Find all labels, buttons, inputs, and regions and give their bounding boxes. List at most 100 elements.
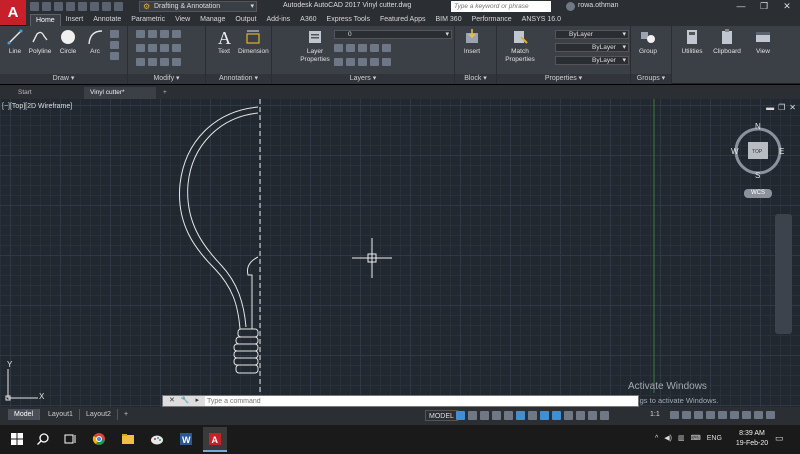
thaw-all-icon[interactable] [382, 58, 391, 66]
lock-ui-icon[interactable] [718, 411, 727, 419]
windows-start-icon[interactable] [10, 432, 24, 446]
modify-panel-label[interactable]: Modify ▾ [128, 74, 205, 84]
viewport-close-icon[interactable]: ✕ [789, 103, 796, 112]
infer-constraints-icon[interactable] [480, 411, 489, 420]
rectangle-icon[interactable] [110, 30, 119, 38]
undo-icon[interactable] [102, 2, 111, 11]
volume-icon[interactable]: ◀) [664, 434, 672, 442]
tab-performance[interactable]: Performance [467, 14, 517, 26]
linetype-dropdown[interactable]: ByLayer [555, 43, 629, 52]
object-snap-icon[interactable] [552, 411, 561, 420]
search-icon[interactable] [36, 432, 50, 446]
rotate-icon[interactable] [148, 30, 157, 38]
lineweight-dropdown[interactable]: ByLayer [555, 56, 629, 65]
viewport-controls-label[interactable]: [−][Top][2D Wireframe] [2, 103, 72, 110]
tab-home[interactable]: Home [30, 14, 61, 26]
autocad-taskbar-button[interactable]: A [203, 427, 227, 452]
application-menu-button[interactable]: A [0, 0, 26, 25]
compass-east[interactable]: E [779, 147, 784, 156]
workspace-dropdown[interactable]: Drafting & Annotation [139, 1, 257, 12]
open-icon[interactable] [42, 2, 51, 11]
groups-panel-label[interactable]: Groups ▾ [631, 74, 671, 84]
array-icon[interactable] [160, 58, 169, 66]
grid-toggle-icon[interactable] [456, 411, 465, 420]
user-sign-in[interactable]: rowa.othman [578, 2, 618, 9]
layer-match-icon[interactable] [382, 44, 391, 52]
viewport-minimize-icon[interactable]: ▬ [766, 103, 774, 112]
selection-cycling-icon[interactable] [588, 411, 597, 420]
text-tool-button[interactable]: A Text [209, 28, 239, 56]
clock[interactable]: 8:39 AM 19-Feb-20 [735, 429, 769, 449]
tab-add-ins[interactable]: Add-ins [261, 14, 295, 26]
tab-output[interactable]: Output [230, 14, 261, 26]
save-icon[interactable] [54, 2, 63, 11]
tab-featured-apps[interactable]: Featured Apps [375, 14, 431, 26]
model-space-toggle[interactable]: MODEL [425, 410, 458, 421]
layer-isolate-icon[interactable] [346, 44, 355, 52]
tab-a360[interactable]: A360 [295, 14, 321, 26]
command-input[interactable] [205, 396, 625, 406]
ortho-toggle-icon[interactable] [504, 411, 513, 420]
layout-tab-layout2[interactable]: Layout2 [80, 409, 118, 420]
copy-icon[interactable] [136, 44, 145, 52]
compass-south[interactable]: S [755, 171, 760, 180]
tab-express-tools[interactable]: Express Tools [322, 14, 375, 26]
view-button[interactable]: View [748, 28, 778, 56]
input-language[interactable]: ENG [707, 435, 722, 442]
minimize-button[interactable]: — [730, 0, 752, 13]
tab-annotate[interactable]: Annotate [88, 14, 126, 26]
redo-icon[interactable] [114, 2, 123, 11]
viewcube[interactable]: TOP N S E W [731, 122, 784, 180]
hardware-acceleration-icon[interactable] [742, 411, 751, 419]
customization-icon[interactable] [766, 411, 775, 419]
gradient-icon[interactable] [110, 52, 119, 60]
search-input[interactable] [451, 1, 551, 12]
tab-bim-360[interactable]: BIM 360 [431, 14, 467, 26]
trim-icon[interactable] [160, 30, 169, 38]
make-current-icon[interactable] [334, 58, 343, 66]
offset-icon[interactable] [172, 58, 181, 66]
clean-screen-icon[interactable] [754, 411, 763, 419]
utilities-button[interactable]: Utilities [676, 28, 708, 56]
layer-lock-icon[interactable] [370, 44, 379, 52]
clipboard-button[interactable]: Clipboard [710, 28, 744, 56]
quick-properties-icon[interactable] [706, 411, 715, 419]
dynamic-input-icon[interactable] [492, 411, 501, 420]
snap-toggle-icon[interactable] [468, 411, 477, 420]
viewcube-top[interactable]: TOP [752, 149, 763, 155]
navigation-bar[interactable] [775, 214, 792, 334]
units-icon[interactable] [694, 411, 703, 419]
tab-view[interactable]: View [170, 14, 195, 26]
mirror-icon[interactable] [148, 44, 157, 52]
insert-block-button[interactable]: Insert [457, 28, 487, 56]
task-view-icon[interactable] [63, 432, 77, 446]
compass-north[interactable]: N [755, 122, 761, 131]
file-explorer-icon[interactable] [121, 432, 135, 446]
close-button[interactable]: ✕ [776, 0, 798, 13]
hatch-icon[interactable] [110, 41, 119, 49]
print-icon[interactable] [90, 2, 99, 11]
restore-button[interactable]: ❐ [753, 0, 775, 13]
dimension-tool-button[interactable]: Dimension [238, 28, 269, 56]
layer-freeze-icon[interactable] [358, 44, 367, 52]
arc-tool-button[interactable]: Arc [80, 28, 110, 56]
polyline-tool-button[interactable]: Polyline [25, 28, 55, 56]
show-hidden-icons-icon[interactable]: ^ [655, 435, 658, 442]
recent-commands-icon[interactable]: ▸ [196, 397, 200, 404]
notifications-icon[interactable]: ▭ [775, 433, 784, 444]
erase-icon[interactable] [172, 30, 181, 38]
layers-panel-label[interactable]: Layers ▾ [272, 74, 454, 84]
polar-tracking-icon[interactable] [516, 411, 525, 420]
lineweight-toggle-icon[interactable] [564, 411, 573, 420]
layer-previous-icon[interactable] [346, 58, 355, 66]
color-dropdown[interactable]: ByLayer [555, 30, 629, 39]
add-layout-button[interactable]: + [118, 409, 134, 420]
layer-dropdown[interactable]: 0 [334, 30, 452, 39]
unisolate-icon[interactable] [370, 58, 379, 66]
chrome-icon[interactable] [92, 432, 106, 446]
customize-command-icon[interactable]: 🔧 [181, 397, 190, 404]
layout-tab-model[interactable]: Model [8, 409, 41, 420]
explode-icon[interactable] [172, 44, 181, 52]
annotation-visibility-icon[interactable] [682, 411, 691, 419]
annotation-scale[interactable]: 1:1 [650, 411, 660, 418]
